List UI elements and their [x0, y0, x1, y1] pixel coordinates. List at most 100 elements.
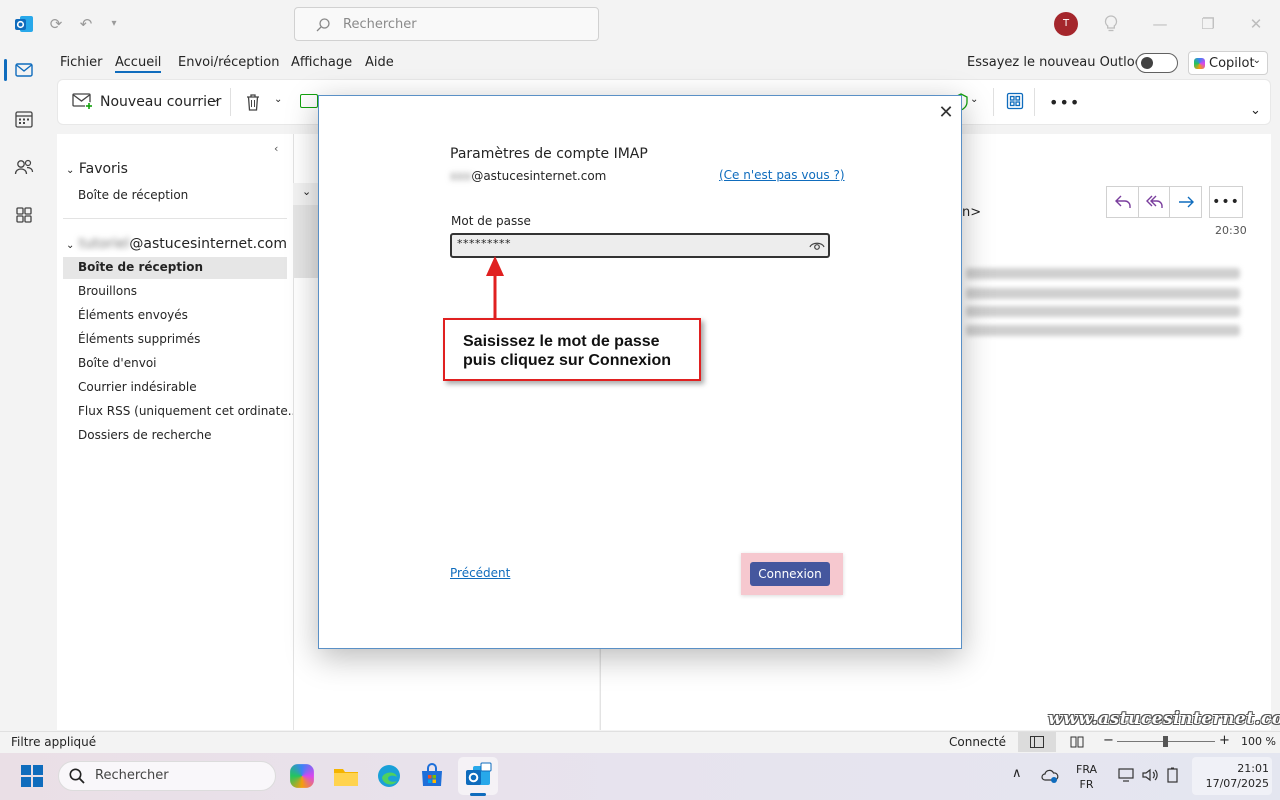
collapse-pane-icon[interactable]: ‹ — [274, 142, 278, 155]
email-domain: @astucesinternet.com — [471, 169, 607, 183]
folder-junk[interactable]: Courrier indésirable — [78, 380, 197, 394]
language-indicator[interactable]: FRA FR — [1076, 762, 1097, 792]
chevron-down-icon[interactable]: ⌄ — [274, 94, 282, 105]
avatar[interactable]: T — [1054, 12, 1078, 36]
reply-all-icon — [1146, 195, 1163, 208]
new-mail-button[interactable]: Nouveau courrier ⌄ — [72, 91, 222, 113]
favorites-header[interactable]: ⌄ Favoris — [66, 161, 128, 177]
message-time: 20:30 — [1215, 224, 1247, 237]
language-top: FRA — [1076, 763, 1098, 776]
title-bar — [0, 0, 1280, 48]
copilot-button[interactable]: Copilot ⌄ — [1188, 51, 1268, 75]
taskbar-search[interactable]: Rechercher — [58, 761, 276, 791]
ribbon-separator — [230, 88, 231, 116]
apps-icon[interactable] — [8, 199, 40, 231]
normal-view-button[interactable] — [1018, 732, 1056, 752]
undo-icon[interactable]: ↶ — [76, 14, 96, 34]
folder-sent[interactable]: Éléments envoyés — [78, 308, 188, 322]
status-bar — [0, 731, 1280, 753]
language-bottom: FR — [1079, 778, 1094, 791]
chevron-down-icon: ⌄ — [1252, 55, 1261, 66]
reading-view-icon[interactable] — [1070, 736, 1084, 748]
people-icon[interactable] — [8, 151, 40, 183]
search-icon — [316, 18, 330, 32]
copilot-app-icon[interactable] — [290, 764, 314, 788]
blurred-body-line — [966, 268, 1240, 279]
archive-icon[interactable] — [300, 94, 318, 108]
delete-icon[interactable] — [244, 92, 262, 112]
previous-link[interactable]: Précédent — [450, 566, 510, 580]
show-hidden-icons[interactable]: ∧ — [1012, 766, 1022, 781]
reply-button[interactable] — [1106, 186, 1139, 218]
folder-inbox[interactable]: Boîte de réception — [78, 260, 203, 274]
customize-toolbar-icon[interactable]: ▾ — [104, 14, 124, 34]
folder-search[interactable]: Dossiers de recherche — [78, 428, 212, 442]
volume-icon[interactable] — [1141, 767, 1159, 783]
zoom-out-icon[interactable]: − — [1103, 733, 1114, 748]
chevron-down-icon[interactable]: ⌄ — [211, 94, 219, 105]
watermark: www.astucesinternet.com — [1048, 709, 1280, 729]
rail-active-indicator — [4, 59, 7, 81]
calendar-icon[interactable] — [8, 103, 40, 135]
folder-rss[interactable]: Flux RSS (uniquement cet ordinate... — [78, 404, 299, 418]
chevron-down-icon[interactable]: ⌄ — [302, 185, 311, 198]
not-you-link[interactable]: (Ce n'est pas vous ?) — [719, 168, 845, 182]
menu-fichier[interactable]: Fichier — [60, 55, 103, 70]
edge-browser-icon[interactable] — [375, 762, 403, 790]
folder-deleted[interactable]: Éléments supprimés — [78, 332, 200, 346]
file-explorer-icon[interactable] — [332, 762, 360, 790]
taskbar-clock: 21:01 17/07/2025 — [1206, 761, 1269, 791]
mail-icon[interactable] — [8, 54, 40, 86]
copilot-icon — [1194, 58, 1205, 69]
annotation-line-2: puis cliquez sur Connexion — [463, 352, 672, 369]
menu-affichage[interactable]: Affichage — [291, 55, 352, 70]
reply-icon — [1115, 195, 1131, 208]
active-app-indicator — [470, 793, 486, 796]
zoom-in-icon[interactable]: + — [1219, 733, 1230, 748]
folder-outbox[interactable]: Boîte d'envoi — [78, 356, 157, 370]
password-value: ********* — [457, 237, 511, 250]
maximize-icon[interactable]: ❐ — [1196, 13, 1220, 35]
favorite-item-inbox[interactable]: Boîte de réception — [78, 188, 188, 202]
close-window-icon[interactable]: ✕ — [1244, 13, 1268, 35]
zoom-slider-thumb[interactable] — [1163, 736, 1168, 747]
lightbulb-icon[interactable] — [1102, 14, 1120, 34]
blurred-body-line — [966, 325, 1240, 336]
forward-button[interactable] — [1169, 186, 1202, 218]
eye-icon[interactable] — [809, 239, 825, 251]
microsoft-store-icon[interactable] — [418, 762, 446, 790]
email-user-blurred: xxx — [450, 169, 472, 183]
windows-start-icon[interactable] — [21, 765, 43, 787]
dialog-title: Paramètres de compte IMAP — [450, 146, 648, 162]
search-input[interactable]: Rechercher — [294, 7, 599, 41]
selected-message-row[interactable] — [293, 205, 318, 278]
new-outlook-toggle[interactable] — [1136, 53, 1178, 73]
clock-date: 17/07/2025 — [1205, 777, 1269, 790]
onedrive-icon[interactable] — [1041, 768, 1059, 784]
more-actions-button[interactable]: ••• — [1209, 186, 1243, 218]
reply-all-button[interactable] — [1138, 186, 1171, 218]
menu-envoi-reception[interactable]: Envoi/réception — [178, 55, 279, 70]
view-grid-icon[interactable] — [1006, 92, 1024, 110]
expand-ribbon-icon[interactable]: ⌄ — [1250, 103, 1261, 118]
account-domain: @astucesinternet.com — [129, 236, 287, 252]
search-icon — [69, 768, 85, 784]
account-header[interactable]: ⌄ tutoriel@astucesinternet.com — [66, 236, 287, 252]
outlook-taskbar-icon[interactable] — [464, 762, 492, 790]
menu-accueil[interactable]: Accueil — [115, 55, 162, 73]
battery-icon[interactable] — [1165, 767, 1181, 783]
menu-aide[interactable]: Aide — [365, 55, 394, 70]
folder-drafts[interactable]: Brouillons — [78, 284, 137, 298]
network-icon[interactable] — [1118, 767, 1134, 783]
close-icon[interactable]: ✕ — [935, 102, 957, 124]
zoom-level[interactable]: 100 % — [1241, 735, 1276, 748]
chevron-down-icon[interactable]: ⌄ — [970, 94, 978, 105]
account-name-blurred: tutoriel — [78, 236, 130, 252]
forward-icon — [1179, 196, 1194, 208]
sender-partial: n> — [962, 205, 982, 220]
sync-icon[interactable]: ⟳ — [46, 14, 66, 34]
more-options-icon[interactable]: ••• — [1049, 93, 1080, 112]
blurred-body-line — [966, 306, 1240, 317]
connect-button[interactable]: Connexion — [750, 562, 830, 586]
minimize-icon[interactable]: — — [1148, 13, 1172, 35]
